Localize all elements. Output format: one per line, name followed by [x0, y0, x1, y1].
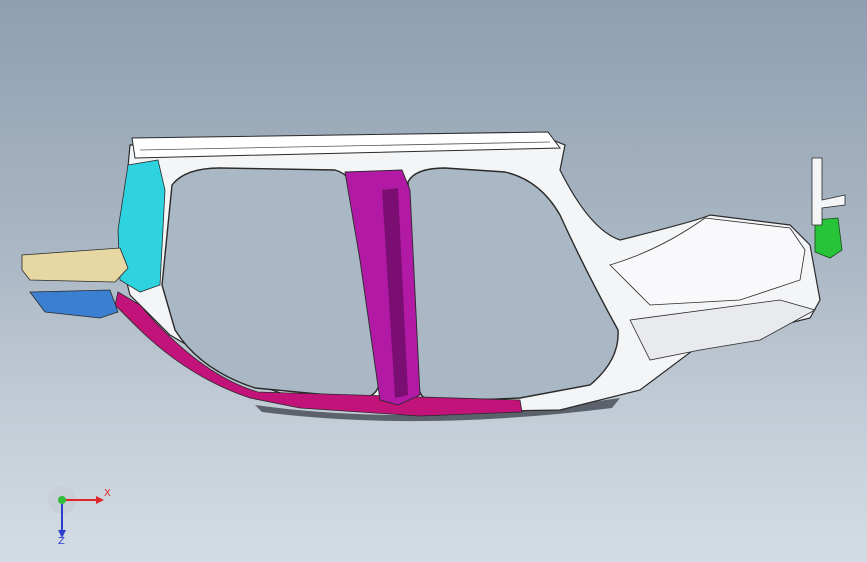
x-axis-label: X: [104, 488, 111, 499]
z-axis-label: Z: [58, 536, 65, 544]
rear-door-opening: [407, 167, 619, 403]
rear-bracket: [811, 157, 846, 226]
a-pillar-inner[interactable]: [117, 159, 166, 293]
lower-bracket[interactable]: [29, 289, 119, 319]
hinge-bracket[interactable]: [21, 247, 129, 283]
axis-triad: X Z: [44, 482, 116, 547]
body-side-assembly[interactable]: [0, 0, 867, 562]
cad-viewport[interactable]: X Z: [0, 0, 867, 562]
x-axis-arrow: [96, 496, 104, 504]
y-axis-dot: [58, 496, 66, 504]
